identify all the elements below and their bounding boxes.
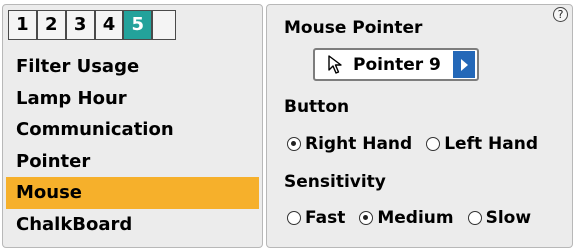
- radio-checked-icon: [359, 211, 374, 225]
- sensitivity-label: Sensitivity: [284, 172, 386, 192]
- left-hand-label: Left Hand: [444, 134, 538, 154]
- menu-item-chalkboard[interactable]: ChalkBoard: [6, 209, 259, 241]
- fast-radio[interactable]: Fast: [287, 208, 345, 228]
- pointer-select-value: Pointer 9: [353, 54, 441, 75]
- left-hand-radio[interactable]: Left Hand: [426, 134, 538, 154]
- slow-radio[interactable]: Slow: [467, 208, 532, 228]
- radio-unchecked-icon: [426, 137, 441, 151]
- tab-4[interactable]: 4: [95, 11, 123, 39]
- tab-1[interactable]: 1: [9, 11, 36, 39]
- medium-label: Medium: [377, 208, 454, 228]
- tab-3[interactable]: 3: [66, 11, 94, 39]
- slow-label: Slow: [485, 208, 532, 228]
- tab-5[interactable]: 5: [124, 11, 152, 39]
- select-arrow-button[interactable]: [453, 51, 475, 78]
- chevron-right-icon: [461, 58, 468, 71]
- menu-item-pointer[interactable]: Pointer: [6, 146, 259, 178]
- menu-list: Filter Usage Lamp Hour Communication Poi…: [6, 51, 259, 241]
- arrow-cursor-icon: [328, 54, 342, 74]
- menu-item-filter-usage[interactable]: Filter Usage: [6, 51, 259, 83]
- medium-radio[interactable]: Medium: [359, 208, 454, 228]
- fast-label: Fast: [305, 208, 346, 228]
- radio-unchecked-icon: [287, 211, 301, 225]
- button-radio-group: Right Hand Left Hand: [287, 134, 552, 154]
- menu-item-mouse[interactable]: Mouse: [6, 177, 259, 209]
- tab-2[interactable]: 2: [37, 11, 65, 39]
- sensitivity-radio-group: Fast Medium Slow: [287, 208, 545, 228]
- help-icon[interactable]: ?: [553, 7, 568, 22]
- button-label: Button: [284, 97, 350, 117]
- right-hand-label: Right Hand: [305, 134, 413, 154]
- radio-unchecked-icon: [467, 211, 482, 225]
- menu-panel: 1 2 3 4 5 Filter Usage Lamp Hour Communi…: [2, 4, 263, 248]
- right-hand-radio[interactable]: Right Hand: [287, 134, 412, 154]
- tab-empty: [153, 11, 176, 39]
- pointer-select[interactable]: Pointer 9: [313, 48, 479, 81]
- menu-item-lamp-hour[interactable]: Lamp Hour: [6, 83, 259, 115]
- settings-panel: ? Mouse Pointer Pointer 9 Button Right H…: [266, 4, 573, 248]
- mouse-pointer-label: Mouse Pointer: [284, 18, 423, 38]
- tab-strip: 1 2 3 4 5: [8, 10, 176, 40]
- menu-item-communication[interactable]: Communication: [6, 114, 259, 146]
- radio-checked-icon: [287, 137, 301, 151]
